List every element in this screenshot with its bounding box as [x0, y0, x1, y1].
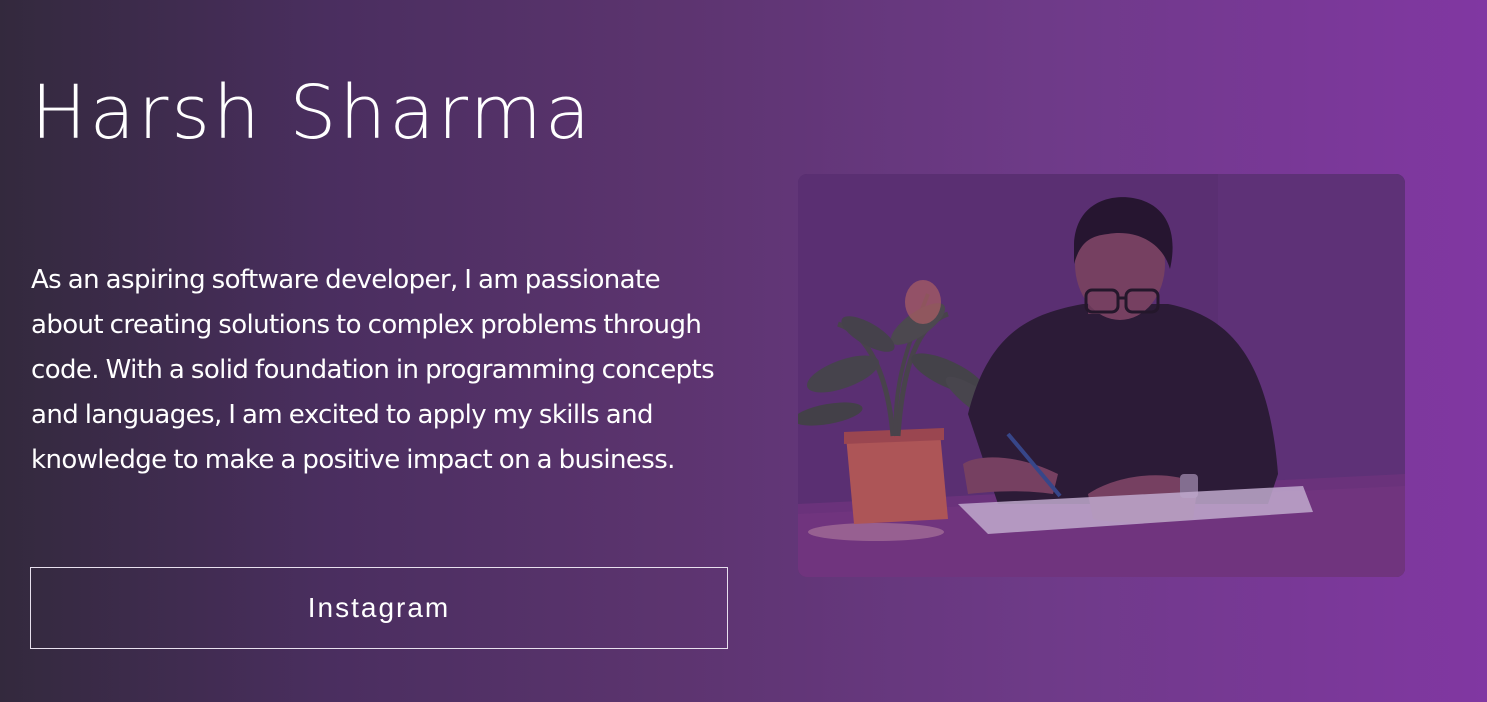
instagram-button[interactable]: Instagram [30, 567, 728, 649]
profile-photo [798, 174, 1405, 577]
bio-paragraph: As an aspiring software developer, I am … [31, 265, 715, 475]
page-title: Harsh Sharma [31, 70, 594, 156]
